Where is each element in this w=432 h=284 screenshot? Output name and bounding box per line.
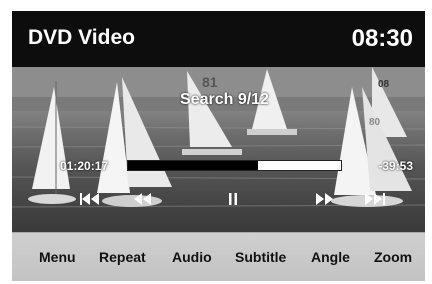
video-frame[interactable]: 81 08 80 Search 9/12 01:20:17 -39:53 [12, 67, 425, 232]
menu-bar: Menu Repeat Audio Subtitle Angle Zoom [12, 232, 425, 281]
audio-button[interactable]: Audio [172, 249, 212, 265]
zoom-button[interactable]: Zoom [374, 249, 412, 265]
clock: 08:30 [351, 25, 413, 52]
skip-previous-icon [80, 193, 99, 205]
search-indicator: Search 9/12 [180, 91, 269, 108]
remaining-time: -39:53 [378, 159, 413, 173]
title-bar: DVD Video 08:30 [12, 11, 425, 67]
app-title: DVD Video [28, 26, 135, 49]
sail-number-08: 08 [378, 79, 390, 90]
menu-button[interactable]: Menu [39, 249, 76, 265]
angle-button[interactable]: Angle [311, 249, 350, 265]
fast-forward-icon [316, 193, 333, 205]
previous-chapter-button[interactable] [79, 192, 101, 208]
pause-icon [229, 193, 237, 205]
next-chapter-button[interactable] [364, 192, 388, 208]
progress-bar[interactable] [127, 160, 342, 171]
sail-number-81: 81 [202, 74, 218, 90]
skip-next-icon [365, 193, 385, 205]
subtitle-button[interactable]: Subtitle [235, 249, 286, 265]
pause-button[interactable] [227, 192, 239, 208]
progress-fill [128, 161, 258, 170]
rewind-button[interactable] [133, 192, 153, 208]
repeat-button[interactable]: Repeat [99, 249, 146, 265]
fast-forward-button[interactable] [315, 192, 335, 208]
elapsed-time: 01:20:17 [60, 159, 109, 173]
sail-number-80: 80 [369, 117, 381, 128]
rewind-icon [134, 193, 151, 205]
